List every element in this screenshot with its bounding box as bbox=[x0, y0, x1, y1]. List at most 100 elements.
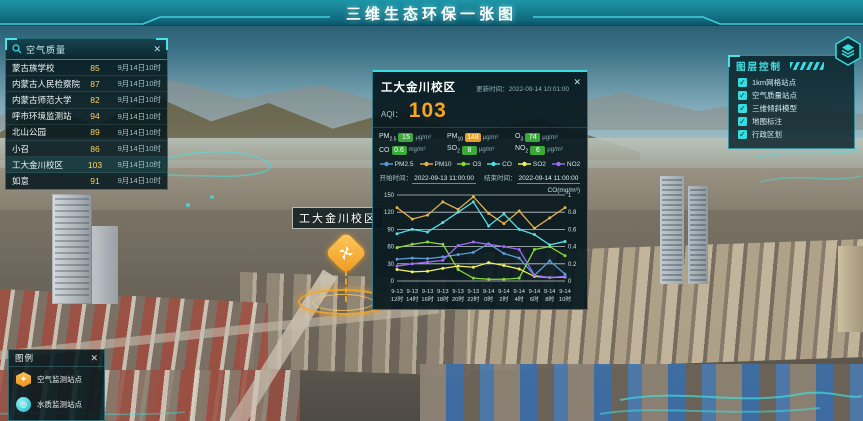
legend-item-list: ✦空气监测站点◎水质监测站点 bbox=[9, 367, 104, 417]
station-name: 工大金川校区 bbox=[12, 159, 83, 171]
pollutant-value-badge: 0.6 bbox=[392, 146, 407, 155]
series-legend-item[interactable]: SO2 bbox=[518, 161, 546, 168]
station-name: 小召 bbox=[12, 143, 83, 155]
svg-text:0: 0 bbox=[568, 279, 572, 285]
svg-text:9-13: 9-13 bbox=[468, 289, 480, 295]
station-aqi-value: 91 bbox=[83, 176, 107, 186]
svg-text:22时: 22时 bbox=[467, 295, 479, 303]
svg-text:150: 150 bbox=[384, 193, 395, 199]
pollutant-name: PM10 bbox=[447, 133, 463, 142]
svg-text:9-13: 9-13 bbox=[437, 289, 449, 295]
station-detail-popup: 工大金川校区 更新时间：2022-09-14 10:01:00 ✕ AQI： 1… bbox=[372, 70, 588, 310]
marker-pole bbox=[345, 270, 347, 302]
layer-toggle[interactable]: ✓行政区划 bbox=[729, 128, 854, 141]
layer-toggle[interactable]: ✓ 空气质量站点 bbox=[729, 89, 854, 102]
close-icon[interactable]: ✕ bbox=[153, 45, 161, 54]
popup-title: 工大金川校区 bbox=[381, 79, 456, 95]
layers-hexagon-icon[interactable] bbox=[833, 36, 863, 71]
pollutant-cell: O374μg/m³ bbox=[515, 133, 581, 142]
layer-toggle[interactable]: ✓ 地图标注 bbox=[729, 115, 854, 128]
series-legend-item[interactable]: PM2.5 bbox=[380, 161, 414, 168]
station-aqi-value: 85 bbox=[83, 63, 107, 73]
station-row[interactable]: 呼市环境监测站949月14日10时 bbox=[6, 109, 167, 125]
station-row[interactable]: 蒙古族学校859月14日10时 bbox=[6, 60, 167, 76]
start-time-value[interactable]: 2022-09-13 11:00:00 bbox=[412, 175, 476, 184]
pinwheel-icon bbox=[338, 245, 354, 261]
update-time: 更新时间：2022-09-14 10:01:00 bbox=[456, 83, 569, 93]
svg-text:90: 90 bbox=[387, 227, 394, 233]
layer-toggle[interactable]: ✓三维倾斜模型 bbox=[729, 102, 854, 115]
layer-toggle[interactable]: ✓ 1km网格站点 bbox=[729, 76, 854, 89]
svg-text:120: 120 bbox=[384, 210, 395, 216]
station-name: 蒙古族学校 bbox=[12, 62, 83, 74]
station-row[interactable]: 内蒙古师范大学829月14日10时 bbox=[6, 92, 167, 108]
close-icon[interactable]: ✕ bbox=[573, 77, 581, 88]
svg-text:14时: 14时 bbox=[406, 295, 418, 303]
legend-item-label: 空气监测站点 bbox=[37, 374, 82, 385]
checkbox-checked-icon[interactable]: ✓ bbox=[738, 130, 747, 139]
header-decoration bbox=[0, 0, 863, 26]
pollutant-trend-chart: CO(mg/m³)030609012015000.20.40.60.819-13… bbox=[373, 185, 587, 307]
checkbox-checked-icon[interactable]: ✓ bbox=[738, 91, 747, 100]
end-time-value[interactable]: 2022-09-14 11:00:00 bbox=[517, 175, 581, 184]
series-marker-icon bbox=[487, 161, 500, 167]
svg-text:9-14: 9-14 bbox=[483, 289, 495, 295]
pollutant-grid: PM2.515μg/m³PM10148μg/m³O374μg/m³CO0.6mg… bbox=[373, 128, 587, 157]
layer-label: 1km网格站点 bbox=[752, 77, 796, 88]
layer-label: 空气质量站点 bbox=[752, 90, 797, 101]
pollutant-cell: PM10148μg/m³ bbox=[447, 133, 513, 142]
svg-text:9-14: 9-14 bbox=[559, 289, 571, 295]
pollutant-cell: PM2.515μg/m³ bbox=[379, 133, 445, 142]
station-row[interactable]: 工大金川校区1039月14日10时 bbox=[6, 157, 167, 173]
station-row[interactable]: 北山公园899月14日10时 bbox=[6, 125, 167, 141]
layer-panel-title: 图层控制 bbox=[736, 59, 782, 73]
pollutant-value-badge: 8 bbox=[462, 146, 477, 155]
station-list-panel: 空气质量 ✕ 蒙古族学校859月14日10时内蒙古人民检察院879月14日10时… bbox=[5, 38, 168, 190]
station-row[interactable]: 如意919月14日10时 bbox=[6, 173, 167, 189]
station-aqi-value: 87 bbox=[83, 79, 107, 89]
svg-text:0.4: 0.4 bbox=[568, 244, 577, 250]
aqi-readout: AQI： 103 bbox=[373, 97, 587, 128]
pollutant-unit: mg/m³ bbox=[409, 147, 426, 153]
water-station-icon: ◎ bbox=[16, 397, 31, 412]
close-icon[interactable]: ✕ bbox=[90, 354, 98, 363]
checkbox-checked-icon[interactable]: ✓ bbox=[738, 104, 747, 113]
station-aqi-value: 89 bbox=[83, 127, 107, 137]
svg-text:9-14: 9-14 bbox=[513, 289, 525, 295]
legend-item: ✦ 空气监测站点 bbox=[9, 367, 104, 392]
pollutant-cell: SO28μg/m³ bbox=[447, 145, 513, 154]
station-row[interactable]: 小召869月14日10时 bbox=[6, 141, 167, 157]
checkbox-checked-icon[interactable]: ✓ bbox=[738, 117, 747, 126]
series-marker-icon bbox=[420, 161, 433, 167]
station-aqi-value: 94 bbox=[83, 111, 107, 121]
station-aqi-value: 82 bbox=[83, 95, 107, 105]
station-time: 9月14日10时 bbox=[107, 111, 161, 122]
station-row[interactable]: 内蒙古人民检察院879月14日10时 bbox=[6, 76, 167, 92]
checkbox-checked-icon[interactable]: ✓ bbox=[738, 78, 747, 87]
pollutant-value-badge: 15 bbox=[398, 133, 413, 142]
update-time-value: 2022-09-14 10:01:00 bbox=[509, 86, 569, 93]
svg-text:9-13: 9-13 bbox=[406, 289, 418, 295]
station-aqi-value: 103 bbox=[83, 160, 107, 170]
map-legend-panel: 图例 ✕ ✦空气监测站点◎水质监测站点 bbox=[8, 349, 105, 421]
series-legend-item[interactable]: NO2 bbox=[552, 161, 580, 168]
pollutant-name: CO bbox=[379, 147, 390, 154]
air-station-icon: ✦ bbox=[16, 372, 31, 387]
app-root: 工大金川校区 三维生态环保一张图 空气质量 ✕ 蒙古族学校859月14日10时内… bbox=[0, 0, 863, 421]
series-legend-item[interactable]: O3 bbox=[457, 161, 481, 168]
pollutant-name: PM2.5 bbox=[379, 133, 396, 142]
svg-text:9-13: 9-13 bbox=[391, 289, 403, 295]
svg-text:16时: 16时 bbox=[421, 295, 433, 303]
series-legend-item[interactable]: CO bbox=[487, 161, 512, 168]
aqi-value: 103 bbox=[409, 99, 447, 123]
aqi-label: AQI： bbox=[381, 109, 403, 120]
series-legend-item[interactable]: PM10 bbox=[420, 161, 452, 168]
svg-text:9-13: 9-13 bbox=[452, 289, 464, 295]
end-time: 结束时间：2022-09-14 11:00:00 bbox=[484, 172, 580, 182]
station-name: 如意 bbox=[12, 175, 83, 187]
pollutant-name: O3 bbox=[515, 133, 523, 142]
pollutant-value-badge: 6 bbox=[530, 146, 545, 155]
pollutant-unit: μg/m³ bbox=[479, 147, 494, 153]
popup-header: 工大金川校区 更新时间：2022-09-14 10:01:00 bbox=[373, 72, 587, 97]
layer-label: 地图标注 bbox=[752, 116, 782, 127]
